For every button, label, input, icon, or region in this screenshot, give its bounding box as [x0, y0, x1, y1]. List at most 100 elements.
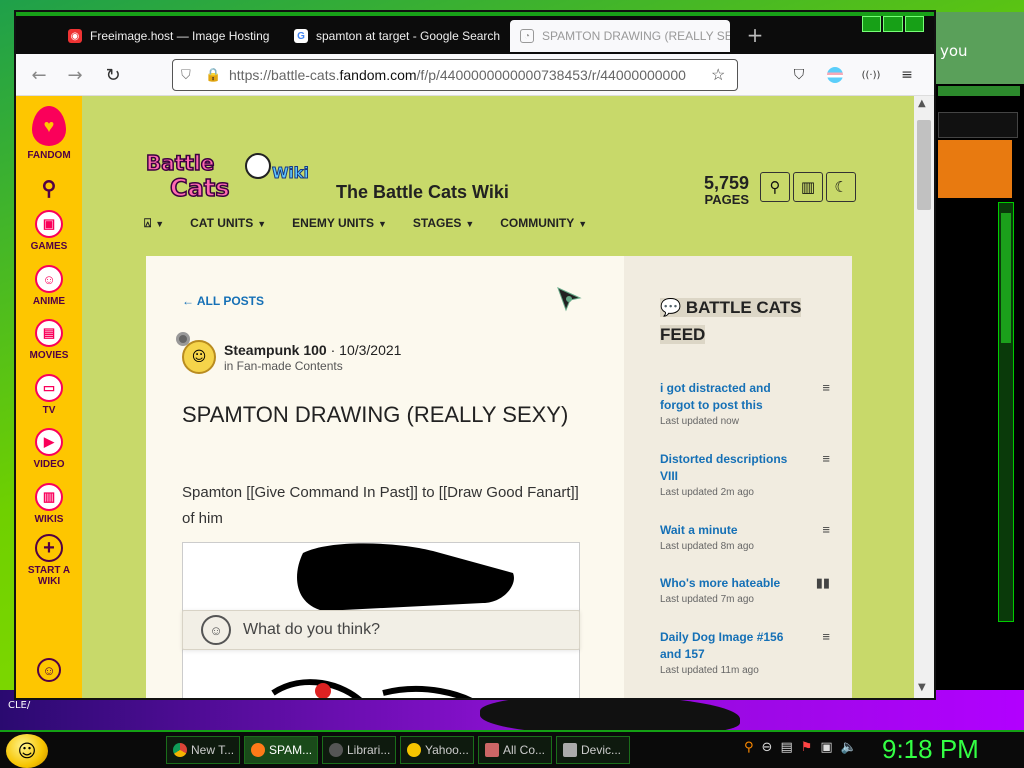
url-host[interactable]: fandom.com [340, 67, 417, 83]
reload-icon[interactable]: ↻ [102, 64, 124, 86]
all-posts-link[interactable]: ← ALL POSTS [182, 294, 264, 308]
wiki-title[interactable]: The Battle Cats Wiki [336, 182, 509, 203]
author-name[interactable]: Steampunk 100 [224, 342, 327, 358]
cast-icon[interactable]: ((·)) [860, 64, 882, 86]
tab-google-search[interactable]: G spamton at target - Google Search × [284, 20, 502, 52]
new-tab-button[interactable]: + [740, 20, 770, 50]
rail-search[interactable]: ⚲ [16, 176, 82, 201]
feed-item-title[interactable]: i got distracted and forgot to post this [660, 380, 798, 414]
rail-item-tv[interactable]: ▭ TV [16, 374, 82, 416]
taskbar-item-control-panel[interactable]: All Co... [478, 736, 552, 764]
menu-hamburger-icon[interactable]: ≡ [896, 64, 918, 86]
wiki-nav-community[interactable]: COMMUNITY ▼ [500, 216, 587, 231]
volume-icon[interactable]: 🔈 [841, 740, 857, 755]
open-book-icon[interactable]: ▥ [793, 172, 823, 202]
poll-icon: ▮▮ [815, 575, 830, 590]
flag-icon[interactable]: ⚑ [801, 740, 813, 755]
network-icon[interactable]: ▣ [820, 740, 832, 755]
lock-icon[interactable]: 🔒 [205, 67, 223, 83]
post-title: SPAMTON DRAWING (REALLY SEXY) [182, 402, 569, 427]
text-lines-icon: ≡ [822, 451, 830, 466]
address-bar[interactable]: ⛉ 🔒 https://battle-cats.fandom.com/f/p/4… [172, 59, 738, 91]
reply-input[interactable]: ☺ What do you think? [182, 610, 580, 650]
background-window-scroll-thumb[interactable] [1001, 213, 1011, 343]
chevron-down-icon: ▼ [578, 219, 588, 229]
feed-item-title[interactable]: Wait a minute [660, 522, 798, 539]
google-favicon-icon: G [294, 29, 308, 43]
anime-face-icon: ☺ [35, 265, 63, 293]
feed-item-title[interactable]: Who's more hateable [660, 575, 798, 592]
tab-spamton-drawing[interactable]: ◔ SPAMTON DRAWING (REALLY SEXY) × [510, 20, 730, 52]
rail-item-start-wiki[interactable]: + START A WIKI [16, 534, 82, 587]
feed-item-title[interactable]: Distorted descriptions VIII [660, 451, 798, 485]
fandom-label: FANDOM [27, 150, 71, 161]
battle-cats-wiki-logo[interactable]: Battle Cats Wiki [144, 146, 324, 206]
back-arrow-icon[interactable]: ← [28, 64, 50, 86]
gamepad-icon: ▣ [35, 210, 63, 238]
background-window-search[interactable] [938, 112, 1018, 138]
scroll-up-icon[interactable]: ▲ [918, 98, 926, 109]
background-window-scrollbar[interactable] [998, 202, 1014, 622]
page-scrollbar[interactable]: ▲ ▼ [914, 96, 934, 698]
rail-item-wikis[interactable]: ▥ WIKIS [16, 483, 82, 525]
yahoo-smiley-icon [407, 743, 421, 757]
tab-bar: ◉ Freeimage.host — Image Hosting × G spa… [16, 12, 934, 54]
rail-item-games[interactable]: ▣ GAMES [16, 210, 82, 252]
fandom-logo[interactable]: ♥ FANDOM [16, 106, 82, 161]
minimize-button[interactable] [862, 16, 882, 32]
folder-icon[interactable]: ▤ [780, 740, 792, 755]
rail-account[interactable]: ☺ [16, 658, 82, 685]
feed-item[interactable]: Wait a minute Last updated 8m ago ≡ [660, 522, 830, 552]
tab-close-icon[interactable]: × [269, 29, 276, 44]
taskbar-clock[interactable]: 9:18 PM [882, 734, 979, 765]
start-button[interactable]: ☺ [6, 734, 48, 768]
wiki-nav-explore[interactable]: ⍓ ▼ [144, 216, 164, 231]
tab-freeimage[interactable]: ◉ Freeimage.host — Image Hosting × [58, 20, 276, 52]
maximize-button[interactable] [883, 16, 903, 32]
wiki-nav-cat-units[interactable]: CAT UNITS ▼ [190, 216, 266, 231]
dark-mode-moon-icon[interactable]: ☾ [826, 172, 856, 202]
taskbar-item-devices[interactable]: Devic... [556, 736, 630, 764]
forward-arrow-icon[interactable]: → [64, 64, 86, 86]
user-avatar-icon: ☺ [201, 615, 231, 645]
taskbar-item-yahoo[interactable]: Yahoo... [400, 736, 474, 764]
scroll-down-icon[interactable]: ▼ [918, 682, 926, 693]
feed-item-title[interactable]: Daily Dog Image #156 and 157 [660, 629, 798, 663]
rail-item-movies[interactable]: ▤ MOVIES [16, 319, 82, 361]
wiki-nav-enemy-units[interactable]: ENEMY UNITS ▼ [292, 216, 387, 231]
rail-item-video[interactable]: ▶ VIDEO [16, 428, 82, 470]
tab-close-icon[interactable]: × [500, 29, 502, 44]
page-count-number: 5,759 [704, 173, 750, 193]
wiki-nav-stages[interactable]: STAGES ▼ [413, 216, 474, 231]
pocket-icon[interactable]: ⛉ [788, 64, 810, 86]
page-count: 5,759 PAGES [704, 174, 749, 208]
feed-item[interactable]: Daily Dog Image #156 and 157 Last update… [660, 629, 830, 676]
background-window[interactable]: you [930, 12, 1024, 690]
text-lines-icon: ≡ [822, 522, 830, 537]
feed-item[interactable]: Who's more hateable Last updated 7m ago … [660, 575, 830, 605]
user-icon: ☺ [37, 658, 61, 682]
no-entry-icon[interactable]: ⊖ [762, 740, 773, 755]
taskbar-item-chrome[interactable]: New T... [166, 736, 240, 764]
search-icon[interactable]: ⚲ [744, 740, 754, 755]
wiki-navigation: ⍓ ▼ CAT UNITS ▼ ENEMY UNITS ▼ STAGES ▼ COMMU… [144, 216, 587, 231]
extension-icon[interactable] [824, 64, 846, 86]
taskbar-item-library[interactable]: Librari... [322, 736, 396, 764]
url-text[interactable]: https://battle-cats.fandom.com/f/p/44000… [229, 67, 711, 83]
feed-item[interactable]: i got distracted and forgot to post this… [660, 380, 830, 427]
book-icon: ▥ [35, 483, 63, 511]
search-icon[interactable]: ⚲ [760, 172, 790, 202]
feed-item[interactable]: Distorted descriptions VIII Last updated… [660, 451, 830, 498]
rail-item-anime[interactable]: ☺ ANIME [16, 265, 82, 307]
scroll-thumb[interactable] [917, 120, 931, 210]
rail-item-label: ANIME [32, 296, 66, 307]
bookmark-star-icon[interactable]: ☆ [711, 65, 737, 85]
shield-icon[interactable]: ⛉ [181, 67, 199, 83]
back-arrow-icon: ← [182, 294, 194, 308]
close-window-button[interactable] [904, 16, 924, 32]
window-frame-accent [16, 12, 934, 16]
taskbar-item-firefox[interactable]: SPAM... [244, 736, 318, 764]
rail-item-label: MOVIES [29, 350, 69, 361]
avatar[interactable]: ☺ [182, 340, 216, 374]
post-category[interactable]: in Fan-made Contents [224, 359, 343, 373]
